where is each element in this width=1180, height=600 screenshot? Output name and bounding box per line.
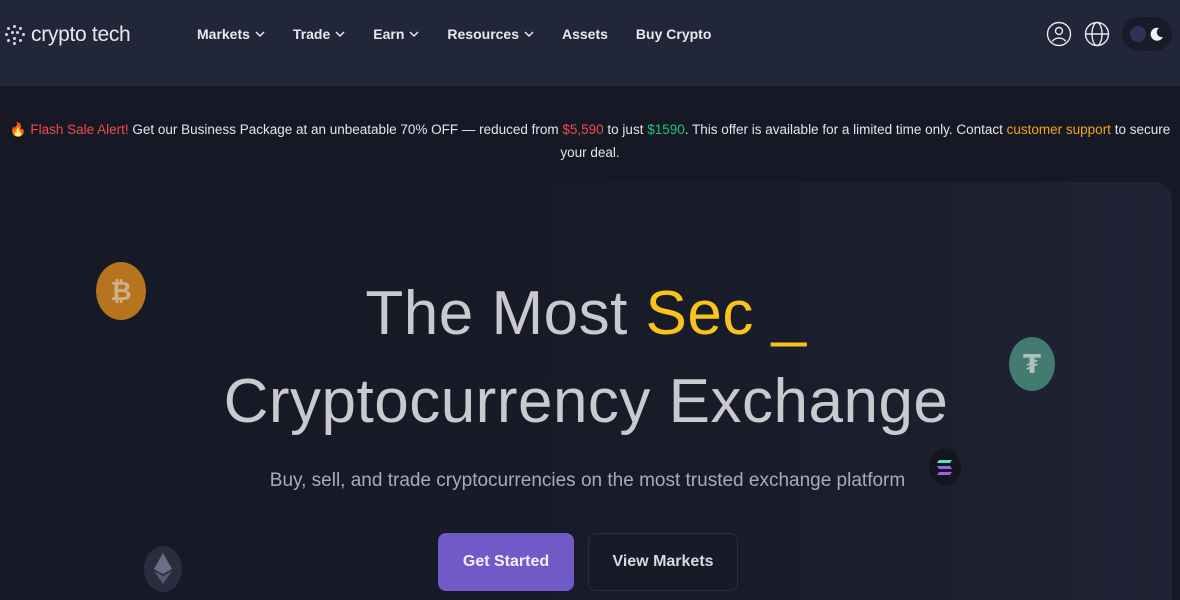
customer-support-link[interactable]: customer support: [1007, 122, 1111, 137]
nav-label: Markets: [197, 26, 250, 42]
site-header: crypto tech Markets Trade Earn Resources…: [0, 0, 1180, 86]
nav-trade[interactable]: Trade: [293, 24, 345, 44]
header-actions: [1046, 17, 1172, 51]
brand-name: crypto tech: [31, 23, 131, 46]
hero-title-accent: Sec _: [645, 279, 807, 348]
chevron-down-icon: [335, 31, 345, 38]
chevron-down-icon: [255, 31, 265, 38]
promo-banner: 🔥 Flash Sale Alert! Get our Business Pac…: [8, 118, 1172, 164]
nav-label: Buy Crypto: [635, 26, 712, 42]
nav-label: Earn: [373, 26, 405, 42]
nav-label: Resources: [447, 26, 519, 42]
nav-buy-crypto[interactable]: Buy Crypto: [636, 24, 711, 44]
promo-text: Get our Business Package at an unbeatabl…: [128, 122, 563, 137]
nav-label: Assets: [562, 26, 608, 42]
nav-label: Trade: [292, 26, 331, 42]
main-nav: Markets Trade Earn Resources Assets Buy …: [197, 24, 739, 44]
toggle-knob: [1129, 26, 1146, 42]
hero-title-line1: The Most Sec _: [0, 278, 1172, 349]
promo-text: . This offer is available for a limited …: [684, 122, 1007, 137]
globe-icon[interactable]: [1084, 21, 1110, 47]
fire-icon: 🔥: [9, 122, 27, 137]
nav-resources[interactable]: Resources: [447, 24, 534, 44]
old-price: $5,590: [562, 122, 604, 137]
chevron-down-icon: [409, 31, 419, 38]
nav-markets[interactable]: Markets: [197, 24, 265, 44]
logo-dots-icon: [5, 25, 25, 45]
moon-icon: [1150, 27, 1163, 41]
theme-toggle[interactable]: [1122, 17, 1172, 51]
nav-earn[interactable]: Earn: [373, 24, 419, 44]
promo-text: to just: [603, 122, 648, 137]
logo[interactable]: crypto tech: [5, 22, 131, 48]
hero-title-prefix: The Most: [365, 279, 646, 348]
hero-subtitle: Buy, sell, and trade cryptocurrencies on…: [269, 470, 906, 491]
get-started-button[interactable]: Get Started: [438, 533, 574, 591]
user-icon[interactable]: [1046, 21, 1072, 47]
chevron-down-icon: [524, 31, 534, 38]
view-markets-button[interactable]: View Markets: [588, 533, 738, 591]
nav-assets[interactable]: Assets: [562, 24, 608, 44]
new-price: $1590: [647, 122, 685, 137]
ethereum-icon: [144, 546, 182, 592]
sale-alert: Flash Sale Alert!: [30, 122, 129, 137]
hero-title-line2: Cryptocurrency Exchange: [223, 367, 949, 436]
